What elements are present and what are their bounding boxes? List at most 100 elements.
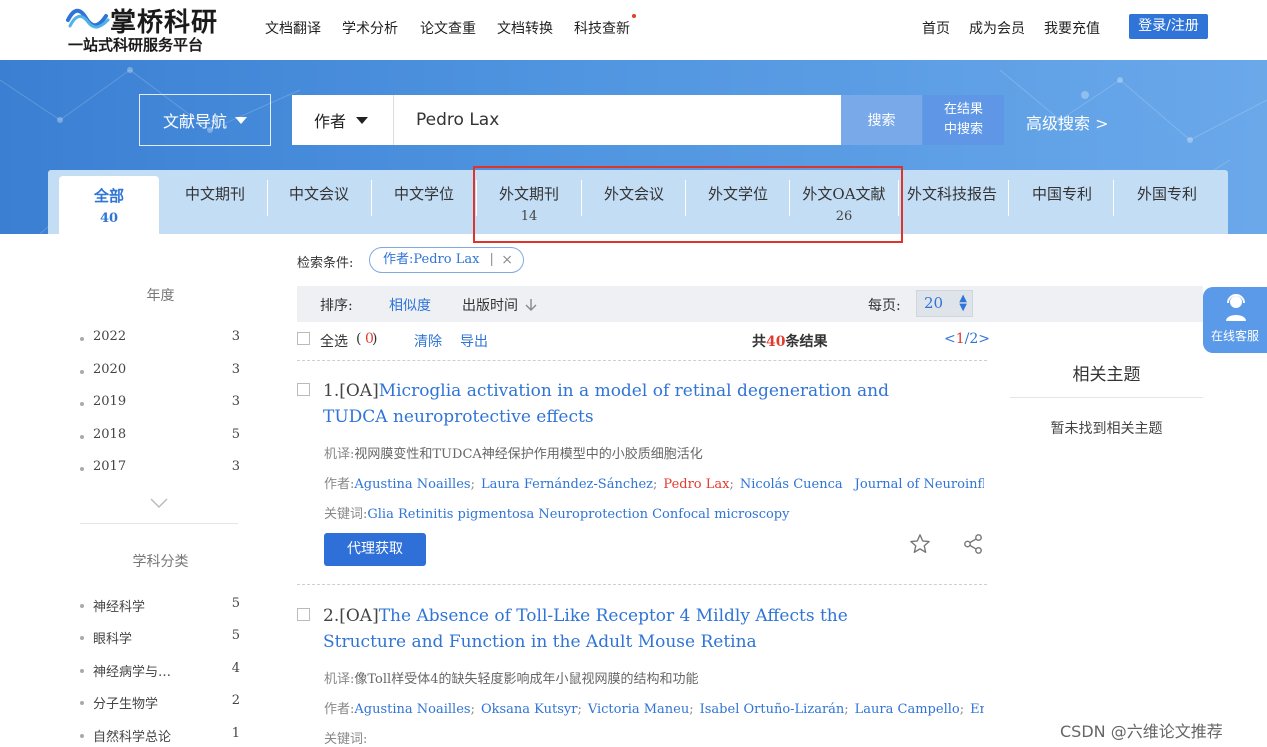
author-link[interactable]: Agustina Noailles xyxy=(354,702,470,717)
year-facet-item[interactable]: 2017 3 xyxy=(80,459,240,479)
filter-chip-separator: | xyxy=(489,252,494,267)
tab-label: 中文期刊 xyxy=(184,185,245,203)
online-service-button[interactable]: 在线客服 xyxy=(1203,287,1267,353)
tab-label: 外文科技报告 xyxy=(906,185,997,203)
sort-by-relevance[interactable]: 相似度 xyxy=(389,295,431,315)
nav-home[interactable]: 首页 xyxy=(922,18,950,38)
share-icon[interactable] xyxy=(962,533,984,555)
export-link[interactable]: 导出 xyxy=(460,331,488,351)
bullet-dot xyxy=(80,337,84,341)
facet-count: 5 xyxy=(231,427,240,442)
journal-link[interactable]: Journal of Neuroinflam… xyxy=(855,477,984,492)
proxy-get-button[interactable]: 代理获取 xyxy=(324,533,426,566)
facet-name: 神经病学与… xyxy=(93,665,172,680)
login-register-button[interactable]: 登录/注册 xyxy=(1129,14,1208,39)
subject-facet-item[interactable]: 神经病学与… 4 xyxy=(80,661,240,681)
logo-slogan: 一站式科研服务平台 xyxy=(68,36,204,54)
tab-cn-journal[interactable]: 中文期刊 xyxy=(163,170,267,234)
highlight-annotation-box xyxy=(473,166,903,243)
tab-foreign-tech-report[interactable]: 外文科技报告 xyxy=(899,170,1005,234)
per-page-select[interactable]: 20 ▲ ▼ xyxy=(916,290,973,317)
keywords-text[interactable]: Glia Retinitis pigmentosa Neuroprotectio… xyxy=(367,507,789,522)
nav-doc-convert[interactable]: 文档转换 xyxy=(497,18,553,38)
result-title-text: The Absence of Toll-Like Receptor 4 Mild… xyxy=(323,606,848,652)
nav-academic-analysis[interactable]: 学术分析 xyxy=(342,18,398,38)
related-topics-title: 相关主题 xyxy=(1072,365,1141,385)
search-button[interactable]: 搜索 xyxy=(841,95,922,145)
author-link[interactable]: Isabel Ortuño-Lizarán xyxy=(700,702,845,717)
sort-by-date[interactable]: 出版时间 xyxy=(462,295,537,315)
bullet-dot xyxy=(80,370,84,374)
nav-doc-translate[interactable]: 文档翻译 xyxy=(265,18,321,38)
search-input[interactable] xyxy=(416,95,826,145)
year-facet-title: 年度 xyxy=(146,288,175,304)
tab-count: 40 xyxy=(99,211,119,226)
tab-cn-conference[interactable]: 中文会议 xyxy=(267,170,371,234)
facet-count: 3 xyxy=(231,362,240,377)
advanced-search-link[interactable]: 高级搜索 > xyxy=(1026,110,1109,134)
keywords-label: 关键词: xyxy=(324,732,368,747)
author-link[interactable]: Laura Campello xyxy=(855,702,960,717)
search-field-value: 作者 xyxy=(314,112,347,131)
authors-label: 作者: xyxy=(324,702,355,717)
star-icon[interactable] xyxy=(909,533,931,555)
year-facet-item[interactable]: 2022 3 xyxy=(80,329,240,349)
nav-recharge[interactable]: 我要充值 xyxy=(1044,18,1100,38)
expand-chevron-icon[interactable] xyxy=(150,496,168,510)
year-facet-item[interactable]: 2018 5 xyxy=(80,427,240,447)
sort-bar: 排序: 相似度 出版时间 每页: 20 ▲ ▼ xyxy=(297,286,1203,322)
subject-facet-item[interactable]: 分子生物学 2 xyxy=(80,693,240,713)
subject-facet-item[interactable]: 自然科学总论 1 xyxy=(80,726,240,746)
tab-cn-patent[interactable]: 中国专利 xyxy=(1010,170,1114,234)
bullet-dot xyxy=(80,604,84,608)
search-in-results-line1: 在结果 xyxy=(943,102,983,117)
pager-prev[interactable]: < xyxy=(944,331,956,347)
search-field-select[interactable]: 作者 xyxy=(292,95,394,145)
tab-divider xyxy=(371,180,372,216)
bullet-dot xyxy=(80,669,84,673)
keywords-line: 关键词: xyxy=(324,728,367,747)
result-checkbox[interactable] xyxy=(297,608,310,621)
subject-facet-item[interactable]: 眼科学 5 xyxy=(80,628,240,648)
subject-facet-item[interactable]: 神经科学 5 xyxy=(80,596,240,616)
select-all-checkbox[interactable] xyxy=(297,332,310,345)
tab-all[interactable]: 全部 40 xyxy=(59,176,159,234)
year-facet-item[interactable]: 2020 3 xyxy=(80,362,240,382)
mt-text: 像Toll样受体4的缺失轻度影响成年小鼠视网膜的结构和功能 xyxy=(354,672,699,687)
facet-count: 4 xyxy=(231,661,240,676)
nav-become-member[interactable]: 成为会员 xyxy=(969,18,1025,38)
close-icon[interactable]: × xyxy=(501,248,513,272)
site-logo[interactable]: 掌桥科研 一站式科研服务平台 xyxy=(66,2,236,54)
literature-nav-dropdown[interactable]: 文献导航 xyxy=(139,94,271,146)
search-in-results-button[interactable]: 在结果 中搜索 xyxy=(923,95,1004,145)
new-badge-dot xyxy=(632,14,636,18)
result-title[interactable]: 1.[OA]Microglia activation in a model of… xyxy=(323,378,903,430)
nav-novelty-search[interactable]: 科技查新 xyxy=(574,18,630,38)
filter-chip-author[interactable]: 作者:Pedro Lax | × xyxy=(369,247,524,273)
select-all-label[interactable]: 全选 xyxy=(320,331,348,351)
year-facet-item[interactable]: 2019 3 xyxy=(80,394,240,414)
facet-count: 3 xyxy=(231,459,240,474)
caret-down-icon xyxy=(356,116,369,124)
author-link[interactable]: Laura Fernández-Sánchez xyxy=(481,477,653,492)
tab-foreign-patent[interactable]: 外国专利 xyxy=(1114,170,1220,234)
bullet-dot xyxy=(80,701,84,705)
nav-plagiarism-check[interactable]: 论文查重 xyxy=(420,18,476,38)
pager-next[interactable]: > xyxy=(978,331,990,347)
clear-selection-link[interactable]: 清除 xyxy=(414,331,442,351)
facet-count: 5 xyxy=(231,596,240,611)
facet-count: 1 xyxy=(231,726,240,741)
author-link[interactable]: Oksana Kutsyr xyxy=(481,702,577,717)
result-checkbox[interactable] xyxy=(297,383,310,396)
tab-cn-thesis[interactable]: 中文学位 xyxy=(372,170,476,234)
tab-label: 中文学位 xyxy=(393,185,454,203)
machine-translation: 机译:视网膜变性和TUDCA神经保护作用模型中的小胶质细胞活化 xyxy=(324,443,703,462)
author-link[interactable]: Em… xyxy=(970,702,984,717)
result-title[interactable]: 2.[OA]The Absence of Toll-Like Receptor … xyxy=(323,603,903,655)
author-link[interactable]: Agustina Noailles xyxy=(354,477,470,492)
author-link[interactable]: Nicolás Cuenca xyxy=(740,477,843,492)
facet-count: 3 xyxy=(231,329,240,344)
facet-name: 2018 xyxy=(93,427,127,442)
author-link[interactable]: Victoria Maneu xyxy=(588,702,689,717)
author-link-highlighted[interactable]: Pedro Lax xyxy=(663,477,729,492)
